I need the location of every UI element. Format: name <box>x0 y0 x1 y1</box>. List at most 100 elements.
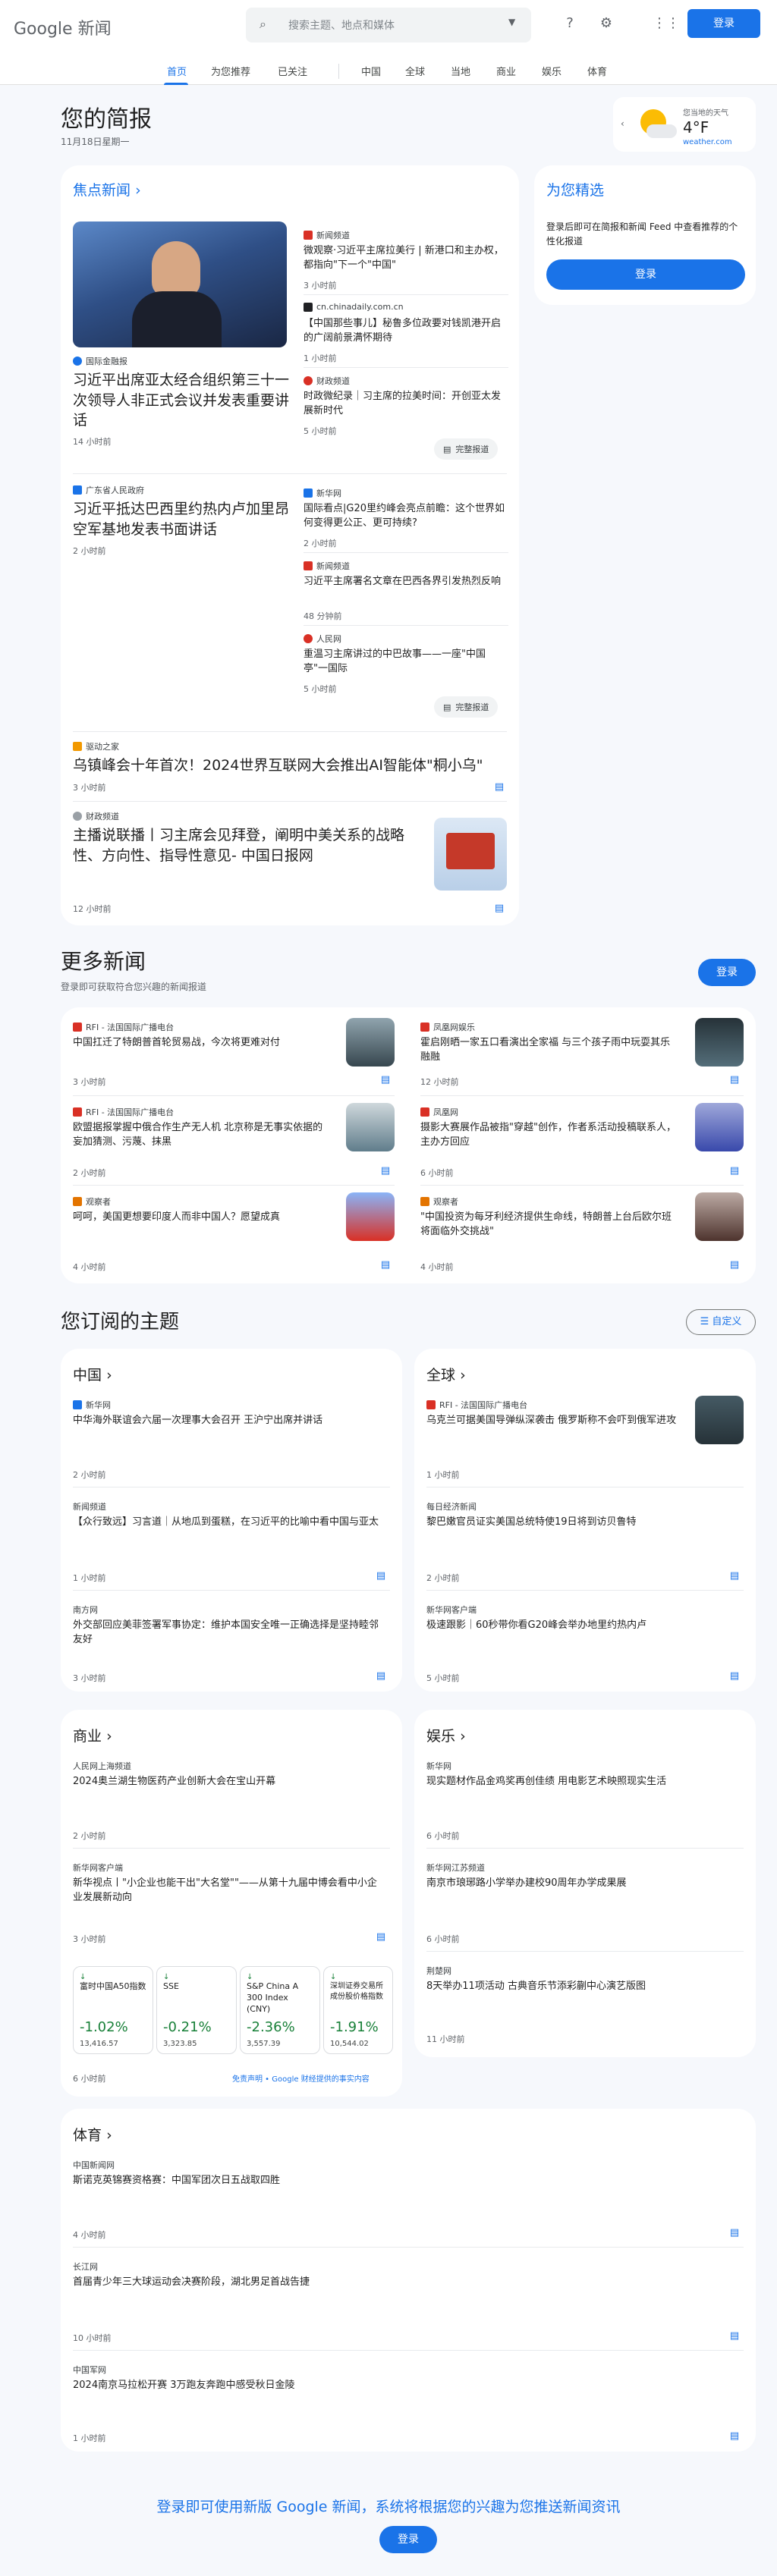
full-coverage-icon[interactable]: ▤ <box>727 1074 742 1086</box>
story-title[interactable]: 极速跟影｜60秒带你看G20峰会举办地里约热内卢 <box>426 1619 738 1633</box>
story-title[interactable]: 主播说联播丨习主席会见拜登，阐明中美关系的战略性、方向性、指导性意见- 中国日报… <box>73 825 429 865</box>
story-title[interactable]: 欧盟据报掌握中俄合作生产无人机 北京称是无事实依据的妄加猜测、污蔑、抹黑 <box>73 1121 331 1150</box>
story-title[interactable]: 斯诺克英锦赛资格赛：中国军团次日五战取四胜 <box>73 2174 725 2188</box>
full-coverage-icon[interactable]: ▤ <box>727 2330 742 2342</box>
full-coverage-button[interactable]: ▤ 完整报道 <box>434 438 499 460</box>
weather-temp: 4°F <box>683 118 709 137</box>
story-title[interactable]: "中国投资为每牙利经济提供生命线，特朗普上台后欧尔班将面临外交挑战" <box>420 1211 678 1239</box>
story-title[interactable]: 霍启刚晒一家五口看演出全家福 与三个孩子雨中玩耍其乐融融 <box>420 1036 678 1065</box>
tab-world[interactable]: 全球 <box>405 64 425 78</box>
full-coverage-icon[interactable]: ▤ <box>492 781 507 793</box>
story-title[interactable]: 微观察·习近平主席拉美行 | 新港口和主办权，都指向"下一个"中国" <box>304 244 508 273</box>
top-story-image[interactable] <box>73 221 287 347</box>
tab-entertainment[interactable]: 娱乐 <box>542 64 562 78</box>
tab-following[interactable]: 已关注 <box>278 64 307 78</box>
story-title[interactable]: 2024南京马拉松开赛 3万跑友奔跑中感受秋日金陵 <box>73 2379 725 2393</box>
more-news-signin-button[interactable]: 登录 <box>698 959 756 986</box>
story-thumbnail[interactable] <box>346 1192 395 1241</box>
topic-heading[interactable]: 全球 › <box>426 1364 466 1384</box>
story-thumbnail[interactable] <box>695 1396 744 1444</box>
full-coverage-icon[interactable]: ▤ <box>373 1931 388 1943</box>
story-title[interactable]: 2024奥兰湖生物医药产业创新大会在宝山开幕 <box>73 1775 384 1789</box>
story-thumbnail[interactable] <box>434 818 507 891</box>
search-icon[interactable]: ⌕ <box>260 17 266 32</box>
market-tile[interactable]: ↓ 深圳证券交易所成份股价格指数 -1.91% 10,544.02 <box>323 1966 393 2054</box>
weather-source-link[interactable]: weather.com <box>683 138 732 146</box>
full-coverage-button[interactable]: ▤ 完整报道 <box>434 696 499 718</box>
story-title[interactable]: 国际看点|G20里约峰会亮点前瞻：这个世界如何变得更公正、更可持续? <box>304 502 508 531</box>
google-news-logo[interactable]: Google 新闻 <box>14 15 112 39</box>
full-coverage-icon[interactable]: ▤ <box>727 2430 742 2442</box>
market-tile[interactable]: ↓ 富时中国A50指数 -1.02% 13,416.57 <box>73 1966 153 2054</box>
full-coverage-icon[interactable]: ▤ <box>373 1570 388 1582</box>
story-title[interactable]: 【中国那些事儿】秘鲁多位政要对钱凯港开启的广阔前景满怀期待 <box>304 317 508 346</box>
picks-signin-button[interactable]: 登录 <box>546 259 745 290</box>
full-coverage-icon[interactable]: ▤ <box>727 2227 742 2239</box>
divider <box>73 473 507 474</box>
settings-gear-icon[interactable]: ⚙ <box>596 14 616 33</box>
story-thumbnail[interactable] <box>695 1103 744 1151</box>
story-title[interactable]: 习近平出席亚太经合组织第三十一次领导人非正式会议并发表重要讲话 <box>73 370 293 431</box>
source-icon <box>420 1107 429 1117</box>
story-thumbnail[interactable] <box>695 1192 744 1241</box>
full-coverage-icon[interactable]: ▤ <box>492 903 507 915</box>
story-title[interactable]: 习近平主席署名文章在巴西各界引发热烈反响 <box>304 575 508 589</box>
story-title[interactable]: 乌镇峰会十年首次！2024世界互联网大会推出AI智能体"桐小乌" <box>73 756 507 776</box>
story-title[interactable]: 【众行致远】习言道｜从地瓜到蛋糕，在习近平的比喻中看中国与亚太 <box>73 1516 384 1530</box>
top-stories-heading[interactable]: 焦点新闻 › <box>73 179 141 199</box>
story-title[interactable]: 摄影大赛展作品被指"穿越"创作，作者系活动投稿联系人，主办方回应 <box>420 1121 678 1150</box>
chevron-left-icon[interactable]: ‹ <box>621 118 624 129</box>
tab-local[interactable]: 当地 <box>451 64 470 78</box>
story-title[interactable]: 首届青少年三大球运动会决赛阶段，湖北男足首战告捷 <box>73 2276 725 2290</box>
topic-heading[interactable]: 体育 › <box>73 2124 112 2144</box>
help-icon[interactable]: ? <box>560 14 580 33</box>
story-title[interactable]: 黎巴嫩官员证实美国总统特使19日将到访贝鲁特 <box>426 1516 738 1530</box>
full-coverage-icon[interactable]: ▤ <box>378 1165 393 1177</box>
customize-button[interactable]: ☰ 自定义 <box>686 1309 756 1335</box>
story-title[interactable]: 新华视点丨"小企业也能干出"大名堂""——从第十九届中博会看中小企业发展新动向 <box>73 1877 384 1905</box>
story-title[interactable]: 中华海外联谊会六届一次理事大会召开 王沪宁出席并讲话 <box>73 1414 384 1428</box>
topic-heading[interactable]: 商业 › <box>73 1725 112 1745</box>
customize-label: 自定义 <box>712 1316 742 1327</box>
chevron-down-icon[interactable]: ▼ <box>508 17 515 27</box>
story-title[interactable]: 8天举办11项活动 古典音乐节添彩蒯中心演艺版图 <box>426 1980 738 1994</box>
tab-business[interactable]: 商业 <box>496 64 516 78</box>
story-title[interactable]: 时政微纪录｜习主席的拉美时间：开创亚太发展新时代 <box>304 390 508 419</box>
search-input[interactable]: 搜索主题、地点和媒体 <box>288 17 395 33</box>
story-title[interactable]: 外交部回应美菲签署军事协定：维护本国安全唯一正确选择是坚持睦邻友好 <box>73 1619 384 1648</box>
story-title[interactable]: 中国扛迁了特朗普首轮贸易战，今次将更难对付 <box>73 1036 331 1051</box>
full-coverage-icon[interactable]: ▤ <box>727 1670 742 1682</box>
weather-widget[interactable]: ‹ 您当地的天气 4°F weather.com <box>613 97 756 152</box>
story-time: 6 小时前 <box>426 1934 460 1944</box>
search-box[interactable]: ⌕ 搜索主题、地点和媒体 ▼ <box>246 8 531 42</box>
topic-heading[interactable]: 娱乐 › <box>426 1725 466 1745</box>
full-coverage-icon[interactable]: ▤ <box>727 1259 742 1271</box>
signin-button[interactable]: 登录 <box>687 9 760 38</box>
story-title[interactable]: 现实题材作品金鸡奖再创佳绩 用电影艺术映照现实生活 <box>426 1775 677 1789</box>
full-coverage-icon[interactable]: ▤ <box>727 1165 742 1177</box>
story-title[interactable]: 习近平抵达巴西里约热内卢加里昂空军基地发表书面讲话 <box>73 499 293 539</box>
market-tile[interactable]: ↓ SSE -0.21% 3,323.85 <box>156 1966 237 2054</box>
full-coverage-icon[interactable]: ▤ <box>373 1670 388 1682</box>
topic-card-sports: 体育 › 中国新闻网 斯诺克英锦赛资格赛：中国军团次日五战取四胜 4 小时前 ▤… <box>61 2109 756 2452</box>
tab-sports[interactable]: 体育 <box>587 64 607 78</box>
tab-home[interactable]: 首页 <box>167 64 187 78</box>
market-tile[interactable]: ↓ S&P China A 300 Index (CNY) -2.36% 3,557.… <box>240 1966 320 2054</box>
full-coverage-icon[interactable]: ▤ <box>727 1570 742 1582</box>
story-title[interactable]: 南京市琅琊路小学举办建校90周年办学成果展 <box>426 1877 738 1891</box>
story-time: 1 小时前 <box>426 1470 460 1480</box>
story-title[interactable]: 乌克兰可据美国导弹纵深袭击 俄罗斯称不会吓到俄军进攻 <box>426 1414 677 1428</box>
story-title[interactable]: 呵呵，美国更想要印度人而非中国人？愿望成真 <box>73 1211 331 1225</box>
story-thumbnail[interactable] <box>346 1018 395 1067</box>
full-coverage-icon[interactable]: ▤ <box>378 1074 393 1086</box>
story-thumbnail[interactable] <box>346 1103 395 1151</box>
footer-signin-button[interactable]: 登录 <box>379 2526 437 2553</box>
tab-for-you[interactable]: 为您推荐 <box>211 64 250 78</box>
full-coverage-icon[interactable]: ▤ <box>378 1259 393 1271</box>
story-title[interactable]: 重温习主席讲过的中巴故事——一座"中国亭"一国际 <box>304 648 508 677</box>
finance-disclaimer-link[interactable]: 免责声明 • Google 财经提供的事实内容 <box>232 2072 370 2084</box>
tab-china[interactable]: 中国 <box>361 64 381 78</box>
topic-heading[interactable]: 中国 › <box>73 1364 112 1384</box>
story-thumbnail[interactable] <box>695 1018 744 1067</box>
apps-grid-icon[interactable]: ⋮⋮ <box>653 14 680 33</box>
